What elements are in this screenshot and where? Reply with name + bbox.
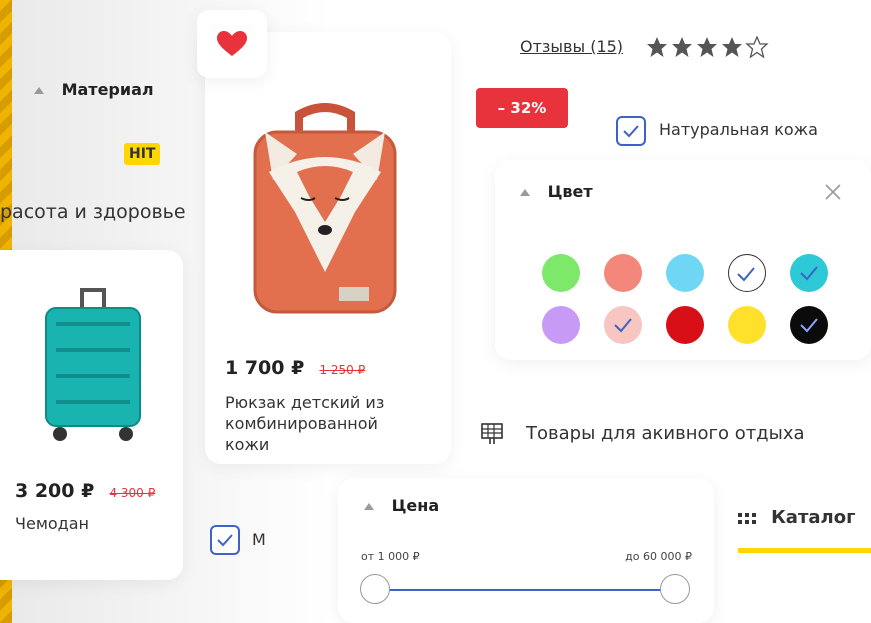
product-card-suitcase[interactable]: 3 200 ₽ 4 300 ₽ Чемодан [0, 250, 183, 580]
discount-badge: – 32% [476, 88, 568, 128]
check-icon [737, 267, 755, 282]
catalog-label: Каталог [771, 507, 856, 528]
price-slider-max-handle[interactable] [660, 574, 690, 604]
star-icon [722, 37, 742, 57]
close-icon[interactable] [824, 183, 842, 201]
price-slider-track[interactable] [376, 589, 676, 591]
check-icon [623, 125, 639, 138]
product-card-backpack[interactable]: 1 700 ₽ 1 250 ₽ Рюкзак детский из комбин… [205, 32, 451, 464]
color-swatch[interactable] [790, 306, 828, 344]
price-to-label: до 60 000 ₽ [625, 550, 692, 563]
suitcase-old-price: 4 300 ₽ [109, 486, 156, 500]
color-swatch[interactable] [542, 306, 580, 344]
suitcase-price: 3 200 ₽ [15, 480, 95, 502]
price-filter-panel: Цена от 1 000 ₽ до 60 000 ₽ [338, 478, 714, 623]
catalog-dots-icon [738, 512, 756, 524]
backpack-name-line2: комбинированной [225, 414, 378, 433]
material-filter-header[interactable]: Материал [34, 80, 154, 99]
favorite-button[interactable] [197, 10, 267, 78]
check-icon [217, 534, 233, 547]
price-from-label: от 1 000 ₽ [361, 550, 420, 563]
star-icon [647, 37, 667, 57]
color-swatch[interactable] [604, 306, 642, 344]
star-empty-icon [745, 35, 769, 59]
star-icon [697, 37, 717, 57]
reviews-link[interactable]: Отзывы (15) [520, 37, 623, 56]
price-filter-title: Цена [391, 496, 440, 515]
catalog-button[interactable]: Каталог [738, 507, 856, 528]
backpack-price: 1 700 ₽ [225, 357, 305, 379]
price-slider-min-handle[interactable] [360, 574, 390, 604]
triangle-collapse-icon [364, 503, 374, 510]
star-icon [672, 37, 692, 57]
catalog-underline [738, 548, 871, 553]
backpack-name-line1: Рюкзак детский из [225, 393, 385, 412]
color-filter-panel: Цвет [495, 160, 871, 360]
color-swatch[interactable] [542, 254, 580, 292]
price-filter-header[interactable]: Цена [364, 496, 439, 515]
leather-checkbox-label[interactable]: Натуральная кожа [659, 120, 818, 139]
backpack-image [253, 103, 397, 314]
size-m-label[interactable]: М [252, 530, 266, 549]
backpack-old-price: 1 250 ₽ [319, 363, 366, 377]
color-swatch[interactable] [728, 306, 766, 344]
material-filter-title: Материал [61, 80, 154, 99]
backpack-name-line3: кожи [225, 435, 270, 454]
color-filter-header[interactable]: Цвет [520, 182, 593, 201]
check-icon [614, 318, 632, 333]
category-beauty-link[interactable]: расота и здоровье [0, 201, 186, 223]
check-icon [800, 266, 818, 281]
color-swatch[interactable] [728, 254, 766, 292]
size-m-checkbox[interactable] [210, 525, 240, 555]
grid-icon [481, 423, 503, 444]
heart-icon [217, 31, 247, 56]
color-swatch[interactable] [666, 306, 704, 344]
color-swatch[interactable] [604, 254, 642, 292]
color-filter-title: Цвет [547, 182, 593, 201]
triangle-collapse-icon [34, 87, 44, 94]
suitcase-name: Чемодан [15, 514, 89, 533]
color-swatch[interactable] [790, 254, 828, 292]
leather-checkbox[interactable] [616, 116, 646, 146]
check-icon [800, 318, 818, 333]
hit-badge: HIT [124, 143, 161, 165]
color-swatch[interactable] [666, 254, 704, 292]
suitcase-image [45, 288, 141, 441]
rating-stars [646, 35, 772, 62]
triangle-collapse-icon [520, 189, 530, 196]
category-active-link[interactable]: Товары для акивного отдыха [526, 423, 805, 444]
